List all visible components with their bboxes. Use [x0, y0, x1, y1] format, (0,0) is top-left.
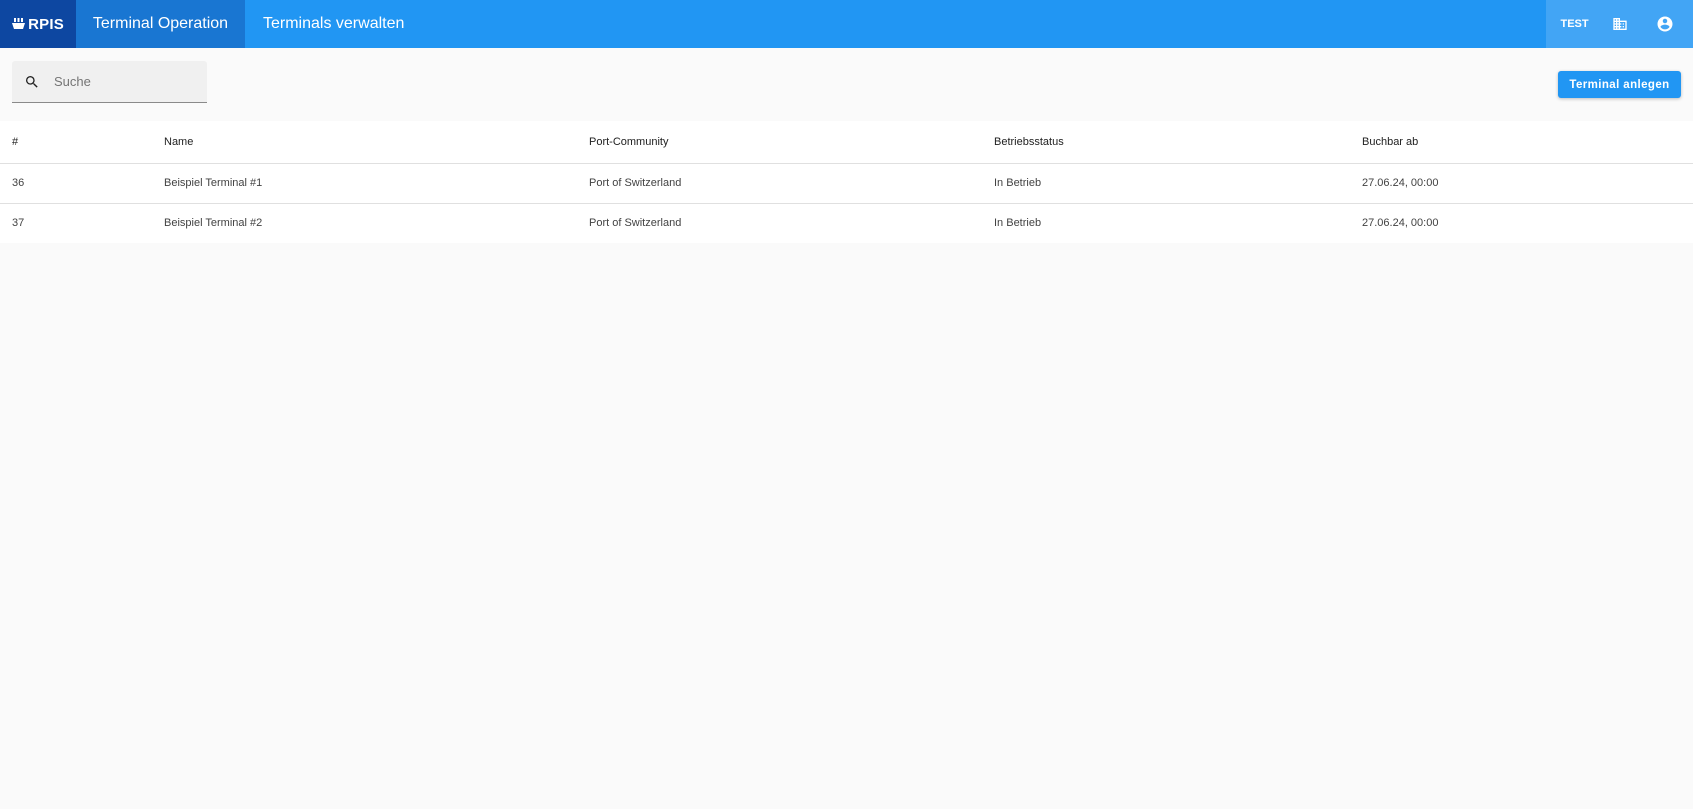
logo-text: RPIS [28, 15, 64, 33]
table-row[interactable]: 36 Beispiel Terminal #1 Port of Switzerl… [0, 163, 1693, 204]
search-field[interactable] [12, 61, 207, 103]
account-circle-icon [1657, 16, 1672, 32]
app-bar-actions: TEST [1546, 0, 1693, 48]
cell-port-community: Port of Switzerland [577, 163, 982, 204]
create-terminal-button[interactable]: Terminal anlegen [1558, 71, 1681, 98]
search-input[interactable] [52, 74, 192, 89]
app-bar-spacer [422, 0, 1546, 48]
environment-badge: TEST [1560, 18, 1589, 30]
cell-status: In Betrieb [994, 217, 1042, 230]
cell-port-community: Port of Switzerland [589, 217, 682, 230]
tab-terminal-operation[interactable]: Terminal Operation [76, 0, 245, 48]
column-header-port-community[interactable]: Port-Community [577, 121, 982, 164]
column-header-id[interactable]: # [0, 121, 152, 164]
toolbar: Terminal anlegen [0, 48, 1693, 121]
ship-logo-icon [12, 18, 26, 29]
cell-id: 37 [12, 217, 25, 230]
tab-terminals-verwalten[interactable]: Terminals verwalten [245, 0, 422, 48]
column-header-name[interactable]: Name [152, 121, 577, 164]
column-header-status[interactable]: Betriebsstatus [982, 121, 1350, 164]
building-icon [1612, 18, 1627, 30]
terminals-table: # Name Port-Community Betriebsstatus Buc… [0, 121, 1693, 243]
terminals-table-container: # Name Port-Community Betriebsstatus Buc… [0, 121, 1693, 243]
account-button[interactable] [1651, 10, 1679, 38]
app-logo[interactable]: RPIS [0, 0, 76, 48]
app-bar: RPIS Terminal Operation Terminals verwal… [0, 0, 1693, 48]
cell-name: Beispiel Terminal #1 [152, 163, 577, 204]
table-row[interactable]: 37 Beispiel Terminal #2 Port of Switzerl… [0, 203, 1693, 243]
column-header-bookable-from[interactable]: Buchbar ab [1350, 121, 1693, 164]
cell-bookable-from: 27.06.24, 00:00 [1350, 163, 1693, 204]
tab-label: Terminal Operation [92, 15, 229, 32]
tab-label: Terminals verwalten [263, 15, 405, 32]
table-header-row: # Name Port-Community Betriebsstatus Buc… [0, 121, 1693, 164]
search-icon [12, 74, 52, 90]
cell-id: 36 [0, 163, 152, 204]
organization-button[interactable] [1606, 10, 1634, 38]
cell-status: In Betrieb [982, 163, 1350, 204]
cell-bookable-from: 27.06.24, 00:00 [1362, 217, 1439, 230]
cell-name: Beispiel Terminal #2 [164, 217, 263, 230]
